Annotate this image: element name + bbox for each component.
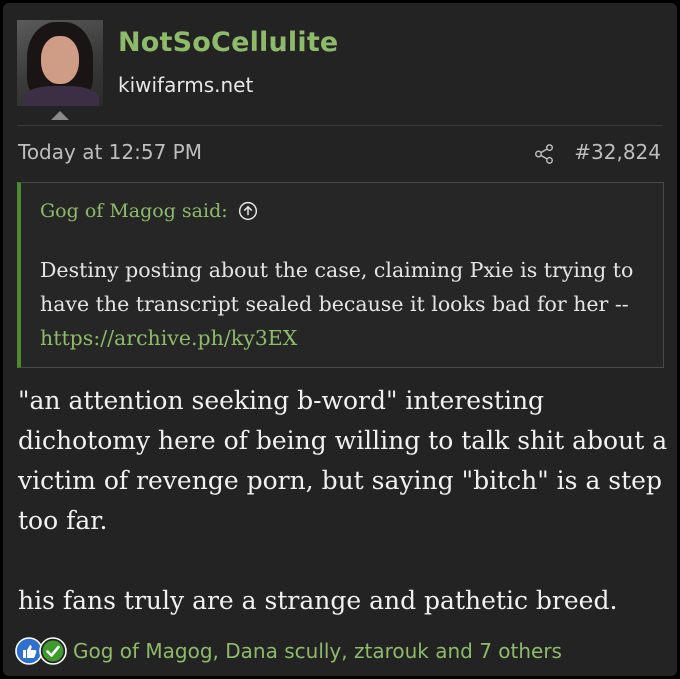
user-title: kiwifarms.net (118, 73, 254, 97)
reaction-names-link[interactable]: Gog of Magog, Dana scully, ztarouk and 7… (73, 639, 562, 663)
avatar-body (23, 86, 99, 106)
reaction-bar[interactable]: Gog of Magog, Dana scully, ztarouk and 7… (15, 637, 562, 665)
archive-link[interactable]: https://archive.ph/ky3EX (40, 326, 297, 350)
quote-text: Destiny posting about the case, claiming… (40, 253, 655, 355)
user-avatar[interactable] (17, 20, 103, 106)
divider (17, 125, 663, 126)
post-container: NotSoCellulite kiwifarms.net Today at 12… (3, 3, 677, 676)
arrow-up-circle-icon[interactable] (238, 201, 258, 221)
quote-author[interactable]: Gog of Magog said: (40, 200, 228, 222)
avatar-face (41, 36, 79, 84)
check-icon (39, 637, 67, 665)
message-paragraph: "an attention seeking b-word" interestin… (18, 386, 668, 535)
post-message: "an attention seeking b-word" interestin… (18, 381, 668, 621)
post-timestamp[interactable]: Today at 12:57 PM (18, 140, 202, 164)
quote-block: Gog of Magog said: Destiny posting about… (17, 182, 664, 368)
post-number-link[interactable]: #32,824 (574, 140, 661, 164)
quote-header[interactable]: Gog of Magog said: (40, 200, 258, 222)
quote-text-content: Destiny posting about the case, claiming… (40, 258, 634, 316)
username-link[interactable]: NotSoCellulite (118, 27, 338, 58)
share-icon[interactable] (533, 143, 555, 165)
caret-up-icon (51, 111, 69, 120)
message-paragraph: his fans truly are a strange and patheti… (18, 586, 618, 615)
